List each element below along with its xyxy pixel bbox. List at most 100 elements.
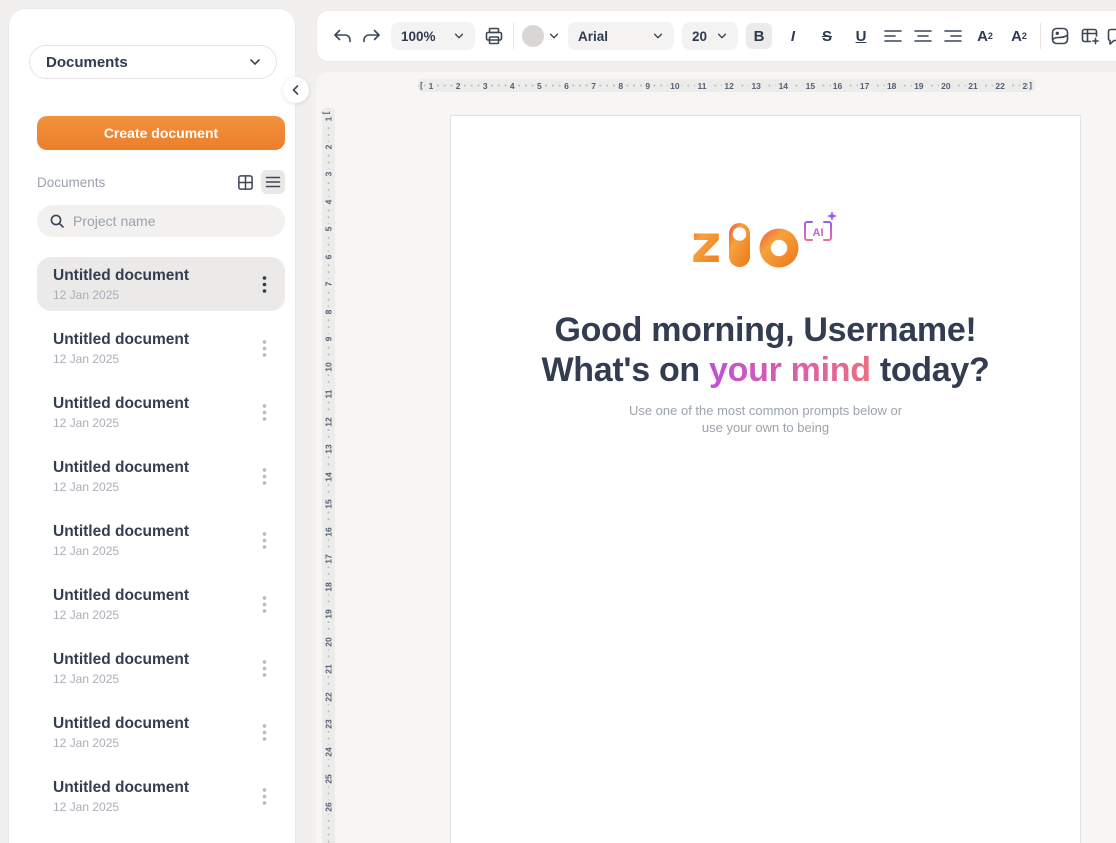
chevron-down-icon [548,30,560,42]
ruler-number: 7 [589,81,599,91]
font-family-value: Arial [578,29,608,44]
align-center-icon [913,29,933,43]
redo-icon [362,27,382,46]
subscript-button[interactable]: A2 [1006,23,1032,49]
ruler-number: 2 [323,142,334,152]
document-list-item[interactable]: Untitled document12 Jan 2025 [37,513,285,567]
workspace-selector[interactable]: Documents [29,45,277,79]
ruler-number: 9 [323,334,334,344]
kebab-menu-icon[interactable] [257,786,271,806]
greeting-highlight: your mind [709,351,871,389]
kebab-menu-icon[interactable] [257,402,271,422]
search-box[interactable] [37,205,285,237]
document-page[interactable]: z AI Good [450,115,1081,843]
ruler-number: 12 [722,81,736,91]
document-date: 12 Jan 2025 [53,672,257,686]
align-right-button[interactable] [942,23,964,49]
italic-button[interactable]: I [780,23,806,49]
underline-button[interactable]: U [848,23,874,49]
table-add-icon [1080,26,1101,47]
kebab-menu-icon[interactable] [257,594,271,614]
ruler-number: 1 [323,114,334,124]
chevron-down-icon [453,30,465,42]
print-button[interactable] [483,23,505,49]
image-icon [1050,26,1070,46]
kebab-menu-icon[interactable] [257,658,271,678]
align-left-button[interactable] [882,23,904,49]
toolbar-divider [1040,23,1041,49]
ruler-number: 10 [668,81,682,91]
editor-toolbar: 100% Arial [316,10,1116,62]
ruler-number: 2 [453,81,463,91]
document-title: Untitled document [53,266,257,285]
superscript-button[interactable]: A2 [972,23,998,49]
ruler-number: 5 [323,224,334,234]
font-family-dropdown[interactable]: Arial [568,22,674,50]
document-list-item[interactable]: Untitled document 12 Jan 2025 [37,449,285,503]
document-title: Untitled document [53,394,257,413]
ruler-number: 1 [426,81,436,91]
ruler-number: 10 [323,359,334,373]
strikethrough-button[interactable]: S [814,23,840,49]
ruler-number: 3 [480,81,490,91]
undo-button[interactable] [331,23,353,49]
ruler-number: 6 [323,252,334,262]
ruler-number: 11 [323,387,334,401]
sidebar-collapse-button[interactable] [283,77,309,103]
ruler-number: 19 [912,81,926,91]
ruler-number: 9 [643,81,653,91]
horizontal-ruler[interactable]: 1234567891011121314151617181920212223 [418,79,1034,92]
document-list-item[interactable]: Untitled document12 Jan 2025 [37,385,285,439]
kebab-menu-icon[interactable] [257,274,271,294]
ruler-number: 4 [507,81,517,91]
svg-text:AI: AI [812,227,823,239]
ruler-number: 23 [1020,81,1034,91]
greeting-subtitle: Use one of the most common prompts below… [629,402,902,436]
document-list-item[interactable]: Untitled document12 Jan 2025 [37,321,285,375]
printer-icon [484,26,504,46]
ruler-number: 23 [323,717,334,731]
document-title: Untitled document [53,714,257,733]
document-list-item[interactable]: Untitled document 12 Jan 2025 [37,641,285,695]
ruler-number: 20 [939,81,953,91]
list-view-button[interactable] [261,170,285,194]
zoom-dropdown[interactable]: 100% [391,22,475,50]
search-input[interactable] [73,213,253,229]
align-center-button[interactable] [912,23,934,49]
font-size-value: 20 [692,29,707,44]
insert-image-button[interactable] [1049,23,1071,49]
ruler-number: 15 [323,497,334,511]
kebab-menu-icon[interactable] [257,338,271,358]
color-swatch [522,25,544,47]
document-list-item[interactable]: Untitled document12 Jan 2025 [37,705,285,759]
document-title: Untitled document [53,458,257,477]
ruler-number: 8 [616,81,626,91]
document-title: Untitled document [53,522,257,541]
ruler-number: 18 [323,579,334,593]
document-list-item[interactable]: Untitled document12 Jan 2025 [37,257,285,311]
grid-view-button[interactable] [233,170,257,194]
chevron-down-icon [652,30,664,42]
create-document-button[interactable]: Create document [37,116,285,150]
font-size-dropdown[interactable]: 20 [682,22,738,50]
ruler-number: 8 [323,307,334,317]
vertical-ruler[interactable]: 1234567891011121314151617181920212223242… [322,108,335,843]
ruler-number: 24 [323,744,334,758]
ruler-number: 22 [993,81,1007,91]
comment-button[interactable] [1105,23,1116,49]
redo-button[interactable] [361,23,383,49]
ruler-number: 16 [830,81,844,91]
bold-button[interactable]: B [746,23,772,49]
kebab-menu-icon[interactable] [257,722,271,742]
kebab-menu-icon[interactable] [257,466,271,486]
insert-table-button[interactable] [1079,23,1101,49]
ruler-number: 7 [323,279,334,289]
app-window: Documents Create document Documents [0,0,1116,843]
text-color-dropdown[interactable] [522,25,560,47]
document-list-item[interactable]: Untitled document12 Jan 2025 [37,577,285,631]
kebab-menu-icon[interactable] [257,530,271,550]
document-list-item[interactable]: Untitled document12 Jan 2025 [37,769,285,823]
ruler-number: 15 [803,81,817,91]
document-date: 12 Jan 2025 [53,480,257,494]
document-title: Untitled document [53,650,257,669]
